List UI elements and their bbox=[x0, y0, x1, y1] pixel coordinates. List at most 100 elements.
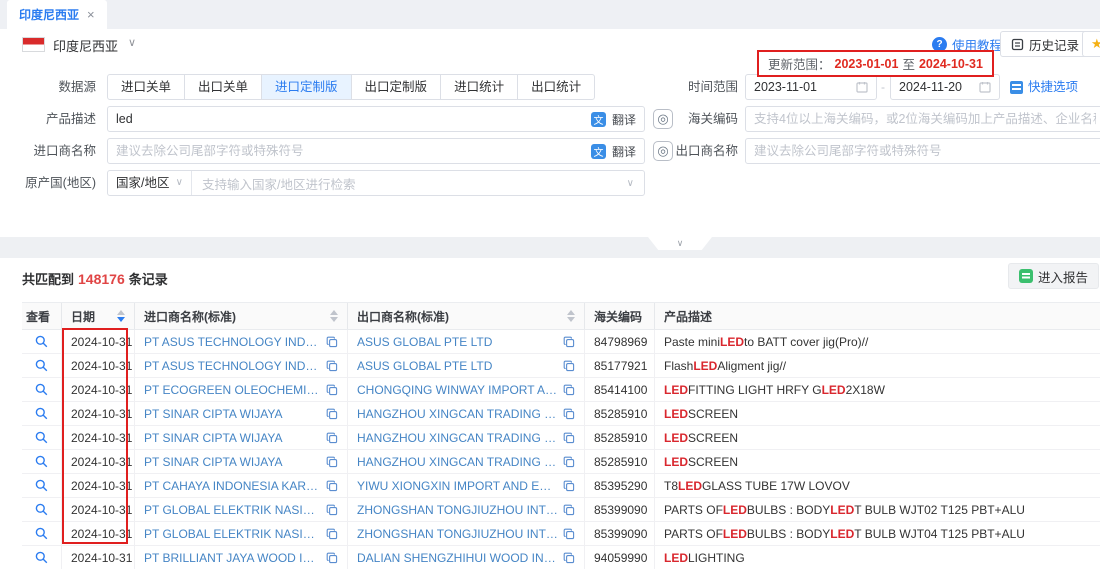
view-record-button[interactable] bbox=[35, 527, 48, 540]
tab-indonesia[interactable]: 印度尼西亚 × bbox=[7, 0, 107, 29]
view-record-button[interactable] bbox=[35, 455, 48, 468]
column-header[interactable]: 出口商名称(标准) bbox=[348, 303, 585, 329]
importer-link[interactable]: PT SINAR CIPTA WIJAYA bbox=[144, 407, 322, 421]
copy-icon[interactable] bbox=[326, 480, 338, 492]
date-cell: 2024-10-31 bbox=[62, 546, 135, 569]
exporter-link[interactable]: ZHONGSHAN TONGJIUZHOU INTERNA... bbox=[357, 527, 559, 541]
collapse-panel-handle[interactable]: ∨ bbox=[648, 237, 712, 250]
exporter-name-input[interactable] bbox=[745, 138, 1100, 164]
importer-link[interactable]: PT ASUS TECHNOLOGY INDONESIA BA... bbox=[144, 335, 322, 349]
sort-icons[interactable] bbox=[111, 310, 125, 322]
copy-icon[interactable] bbox=[563, 408, 575, 420]
origin-country-select[interactable]: 国家/地区 ∨ bbox=[108, 171, 192, 195]
date-start-input[interactable] bbox=[745, 74, 877, 100]
importer-name-value[interactable] bbox=[116, 144, 585, 158]
copy-icon[interactable] bbox=[563, 552, 575, 564]
exporter-link[interactable]: ZHONGSHAN TONGJIUZHOU INTERNA... bbox=[357, 503, 559, 517]
annotation-box-update-range: 更新范围： 2023-01-01 至 2024-10-31 bbox=[757, 50, 994, 77]
copy-icon[interactable] bbox=[326, 408, 338, 420]
copy-icon[interactable] bbox=[563, 360, 575, 372]
enter-report-button[interactable]: 进入报告 bbox=[1008, 263, 1099, 289]
column-header[interactable]: 进口商名称(标准) bbox=[135, 303, 348, 329]
column-header[interactable]: 日期 bbox=[62, 303, 135, 329]
datasource-tab[interactable]: 出口关单 bbox=[185, 75, 262, 99]
exporter-link[interactable]: CHONGQING WINWAY IMPORT AND E... bbox=[357, 383, 559, 397]
view-record-button[interactable] bbox=[35, 479, 48, 492]
copy-icon[interactable] bbox=[563, 456, 575, 468]
importer-link[interactable]: PT GLOBAL ELEKTRIK NASIONAL bbox=[144, 503, 322, 517]
exporter-link[interactable]: ASUS GLOBAL PTE LTD bbox=[357, 335, 559, 349]
view-cell bbox=[22, 498, 62, 521]
importer-link[interactable]: PT SINAR CIPTA WIJAYA bbox=[144, 455, 322, 469]
datasource-tab[interactable]: 进口统计 bbox=[441, 75, 518, 99]
view-record-button[interactable] bbox=[35, 407, 48, 420]
desc-text: GLASS TUBE 17W LOVOV bbox=[702, 479, 850, 493]
exporter-name-value[interactable] bbox=[754, 144, 1096, 158]
exporter-link[interactable]: HANGZHOU XINGCAN TRADING CO LTD bbox=[357, 455, 559, 469]
origin-country-search-input[interactable]: 支持输入国家/地区进行检索 ∨ bbox=[192, 174, 644, 193]
history-button[interactable]: 历史记录 bbox=[1000, 31, 1090, 57]
view-record-button[interactable] bbox=[35, 551, 48, 564]
translate-icon[interactable]: 文 bbox=[591, 144, 606, 159]
product-desc-input[interactable]: 文 翻译 bbox=[107, 106, 645, 132]
copy-icon[interactable] bbox=[563, 384, 575, 396]
datasource-tab[interactable]: 出口定制版 bbox=[352, 75, 442, 99]
quick-options-link[interactable]: 快捷选项 bbox=[1010, 74, 1078, 100]
importer-link[interactable]: PT BRILLIANT JAYA WOOD INDUSTRY bbox=[144, 551, 322, 565]
copy-icon[interactable] bbox=[326, 456, 338, 468]
table-row: 2024-10-31PT ASUS TECHNOLOGY INDONESIA B… bbox=[22, 354, 1100, 378]
product-desc-value[interactable] bbox=[116, 112, 585, 126]
hs-code-input[interactable] bbox=[745, 106, 1100, 132]
close-icon[interactable]: × bbox=[87, 7, 95, 22]
product-desc-cell: T8 LED GLASS TUBE 17W LOVOV bbox=[655, 474, 1100, 497]
exporter-link[interactable]: DALIAN SHENGZHIHUI WOOD INDUST... bbox=[357, 551, 559, 565]
translate-icon[interactable]: 文 bbox=[591, 112, 606, 127]
view-record-button[interactable] bbox=[35, 359, 48, 372]
copy-icon[interactable] bbox=[563, 480, 575, 492]
datasource-tab[interactable]: 出口统计 bbox=[518, 75, 594, 99]
importer-cell: PT GLOBAL ELEKTRIK NASIONAL bbox=[135, 522, 348, 545]
chevron-down-icon[interactable]: ∨ bbox=[128, 36, 136, 49]
datasource-tab[interactable]: 进口定制版 bbox=[262, 75, 352, 99]
sort-icons[interactable] bbox=[561, 310, 575, 322]
copy-icon[interactable] bbox=[326, 504, 338, 516]
datasource-tab[interactable]: 进口关单 bbox=[108, 75, 185, 99]
view-record-button[interactable] bbox=[35, 335, 48, 348]
copy-icon[interactable] bbox=[326, 384, 338, 396]
importer-link[interactable]: PT ASUS TECHNOLOGY INDONESIA BA... bbox=[144, 359, 322, 373]
copy-icon[interactable] bbox=[563, 432, 575, 444]
importer-name-input[interactable]: 文 翻译 bbox=[107, 138, 645, 164]
column-header: 产品描述 bbox=[655, 303, 1100, 329]
importer-link[interactable]: PT SINAR CIPTA WIJAYA bbox=[144, 431, 322, 445]
date-end-value[interactable] bbox=[899, 80, 973, 94]
hs-code-value[interactable] bbox=[754, 112, 1096, 126]
importer-link[interactable]: PT ECOGREEN OLEOCHEMICALS bbox=[144, 383, 322, 397]
copy-icon[interactable] bbox=[326, 528, 338, 540]
importer-link[interactable]: PT GLOBAL ELEKTRIK NASIONAL bbox=[144, 527, 322, 541]
copy-icon[interactable] bbox=[563, 528, 575, 540]
sort-icons[interactable] bbox=[324, 310, 338, 322]
view-cell bbox=[22, 450, 62, 473]
copy-icon[interactable] bbox=[326, 336, 338, 348]
date-cell: 2024-10-31 bbox=[62, 330, 135, 353]
exporter-link[interactable]: HANGZHOU XINGCAN TRADING CO LTD bbox=[357, 407, 559, 421]
copy-icon[interactable] bbox=[326, 432, 338, 444]
copy-icon[interactable] bbox=[326, 360, 338, 372]
date-start-value[interactable] bbox=[754, 80, 850, 94]
exporter-link[interactable]: YIWU XIONGXIN IMPORT AND EXPORT... bbox=[357, 479, 559, 493]
importer-link[interactable]: PT CAHAYA INDONESIA KARGO bbox=[144, 479, 322, 493]
indonesia-flag-icon bbox=[22, 37, 45, 52]
view-record-button[interactable] bbox=[35, 383, 48, 396]
exporter-cell: CHONGQING WINWAY IMPORT AND E... bbox=[348, 378, 585, 401]
copy-icon[interactable] bbox=[326, 552, 338, 564]
date-end-input[interactable] bbox=[890, 74, 1000, 100]
copy-icon[interactable] bbox=[563, 504, 575, 516]
view-record-button[interactable] bbox=[35, 503, 48, 516]
exporter-link[interactable]: ASUS GLOBAL PTE LTD bbox=[357, 359, 559, 373]
exporter-link[interactable]: HANGZHOU XINGCAN TRADING CO LTD bbox=[357, 431, 559, 445]
country-selector-label[interactable]: 印度尼西亚 bbox=[53, 36, 118, 55]
favorite-button[interactable]: ★ bbox=[1082, 31, 1100, 57]
exporter-cell: ASUS GLOBAL PTE LTD bbox=[348, 354, 585, 377]
copy-icon[interactable] bbox=[563, 336, 575, 348]
view-record-button[interactable] bbox=[35, 431, 48, 444]
